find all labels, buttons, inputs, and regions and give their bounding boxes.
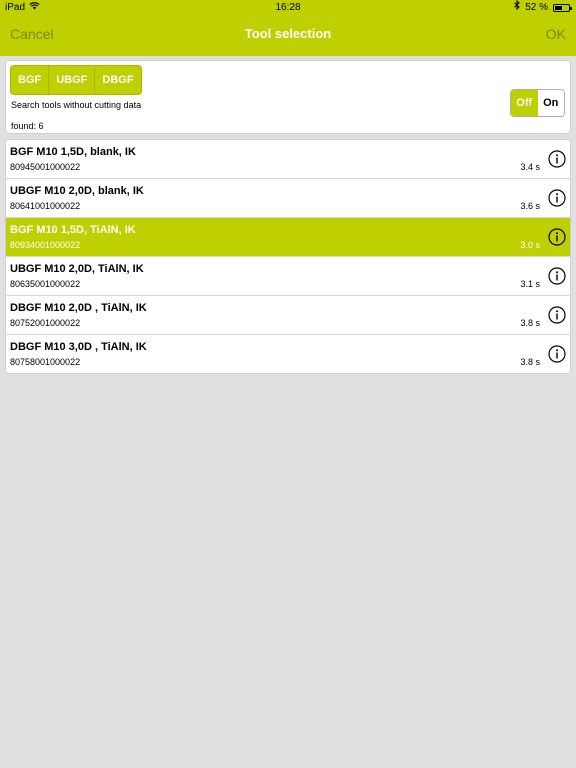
tool-name: UBGF M10 2,0D, blank, IK xyxy=(10,185,144,197)
segment-dbgf[interactable]: DBGF xyxy=(95,66,140,94)
tool-time: 3.6 s xyxy=(520,201,540,211)
toggle-off-option[interactable]: Off xyxy=(511,90,538,116)
bluetooth-icon xyxy=(514,0,520,16)
segment-ubgf[interactable]: UBGF xyxy=(49,66,96,94)
tool-list: BGF M10 1,5D, blank, IK 80945001000022 3… xyxy=(5,139,571,374)
status-right: 52 % xyxy=(514,0,572,16)
segment-bgf[interactable]: BGF xyxy=(11,66,50,94)
tool-code: 80635001000022 xyxy=(10,279,81,289)
tool-time: 3.8 s xyxy=(520,318,540,328)
info-icon[interactable] xyxy=(548,267,566,285)
tool-row[interactable]: BGF M10 1,5D, blank, IK 80945001000022 3… xyxy=(6,140,570,179)
tool-code: 80934001000022 xyxy=(10,240,81,250)
page-title: Tool selection xyxy=(244,26,332,41)
tool-code: 80641001000022 xyxy=(10,201,81,211)
info-icon[interactable] xyxy=(548,306,566,324)
tool-name: DBGF M10 3,0D , TiAlN, IK xyxy=(10,341,147,353)
tool-code: 80758001000022 xyxy=(10,357,81,367)
battery-fill xyxy=(555,6,562,10)
tool-code: 80945001000022 xyxy=(10,162,81,172)
toggle-on-option[interactable]: On xyxy=(537,90,564,116)
tool-name: UBGF M10 2,0D, TiAlN, IK xyxy=(10,263,144,275)
ok-button[interactable]: OK xyxy=(546,16,566,52)
status-bar: iPad 16:28 52 % xyxy=(0,0,576,16)
info-icon[interactable] xyxy=(548,150,566,168)
tool-time: 3.1 s xyxy=(520,279,540,289)
info-icon[interactable] xyxy=(548,189,566,207)
tool-time: 3.4 s xyxy=(520,162,540,172)
filter-panel: BGF UBGF DBGF Search tools without cutti… xyxy=(5,60,571,134)
tool-row-selected[interactable]: BGF M10 1,5D, TiAlN, IK 80934001000022 3… xyxy=(6,218,570,257)
battery-icon xyxy=(553,4,572,12)
tool-time: 3.0 s xyxy=(520,240,540,250)
info-icon[interactable] xyxy=(548,228,566,246)
tool-type-segmented-control: BGF UBGF DBGF xyxy=(10,65,142,95)
search-without-data-toggle[interactable]: Off On xyxy=(510,89,565,117)
tool-row[interactable]: UBGF M10 2,0D, TiAlN, IK 80635001000022 … xyxy=(6,257,570,296)
tool-time: 3.8 s xyxy=(520,357,540,367)
tool-row[interactable]: DBGF M10 2,0D , TiAlN, IK 80752001000022… xyxy=(6,296,570,335)
navigation-bar: Cancel Tool selection OK xyxy=(0,16,576,56)
battery-percent: 52 % xyxy=(525,2,548,13)
info-icon[interactable] xyxy=(548,345,566,363)
tool-code: 80752001000022 xyxy=(10,318,81,328)
tool-row[interactable]: DBGF M10 3,0D , TiAlN, IK 80758001000022… xyxy=(6,335,570,373)
tool-name: DBGF M10 2,0D , TiAlN, IK xyxy=(10,302,147,314)
found-count: found: 6 xyxy=(11,121,44,131)
clock: 16:28 xyxy=(275,2,301,13)
tool-row[interactable]: UBGF M10 2,0D, blank, IK 80641001000022 … xyxy=(6,179,570,218)
search-without-data-label: Search tools without cutting data xyxy=(11,100,142,110)
tool-name: BGF M10 1,5D, blank, IK xyxy=(10,146,136,158)
tool-name: BGF M10 1,5D, TiAlN, IK xyxy=(10,224,136,236)
